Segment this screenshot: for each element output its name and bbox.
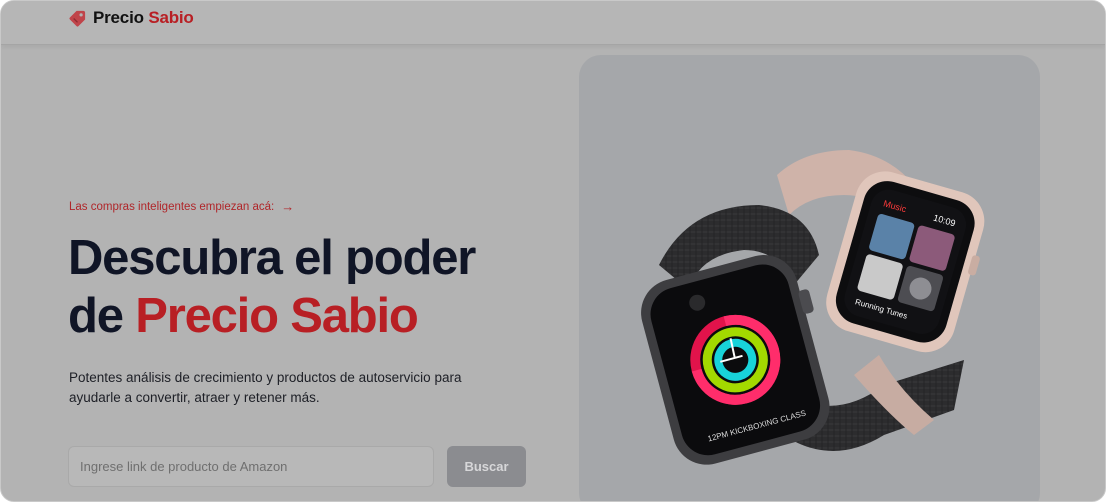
brand-logo-link[interactable]: Precio Sabio: [68, 8, 194, 28]
hero-headline: Descubra el poder de Precio Sabio: [68, 229, 476, 345]
brand-name-part1: Precio: [93, 8, 144, 27]
top-navbar: Precio Sabio: [1, 1, 1105, 45]
headline-line1: Descubra el poder: [68, 231, 476, 285]
tagline-text: Las compras inteligentes empiezan acá:: [69, 200, 275, 213]
arrow-right-icon: →: [281, 199, 295, 214]
tagline-link[interactable]: Las compras inteligentes empiezan acá: →: [69, 200, 294, 213]
brand-name-part2: Sabio: [148, 8, 194, 27]
headline-accent: Precio Sabio: [135, 289, 419, 343]
smartwatch-image: Music 10:09 Running Tunes 12PM KICKBOXIN…: [641, 150, 985, 465]
price-tag-icon: [68, 9, 87, 28]
page-frame: Precio Sabio Las compras inteligentes em…: [0, 0, 1106, 502]
product-image-panel: Music 10:09 Running Tunes 12PM KICKBOXIN…: [579, 55, 1040, 501]
hero-description: Potentes análisis de crecimiento y produ…: [69, 370, 462, 405]
amazon-link-input[interactable]: [68, 446, 434, 487]
search-button[interactable]: Buscar: [447, 446, 526, 487]
brand-name: Precio Sabio: [93, 8, 194, 28]
headline-prefix: de: [68, 289, 124, 343]
